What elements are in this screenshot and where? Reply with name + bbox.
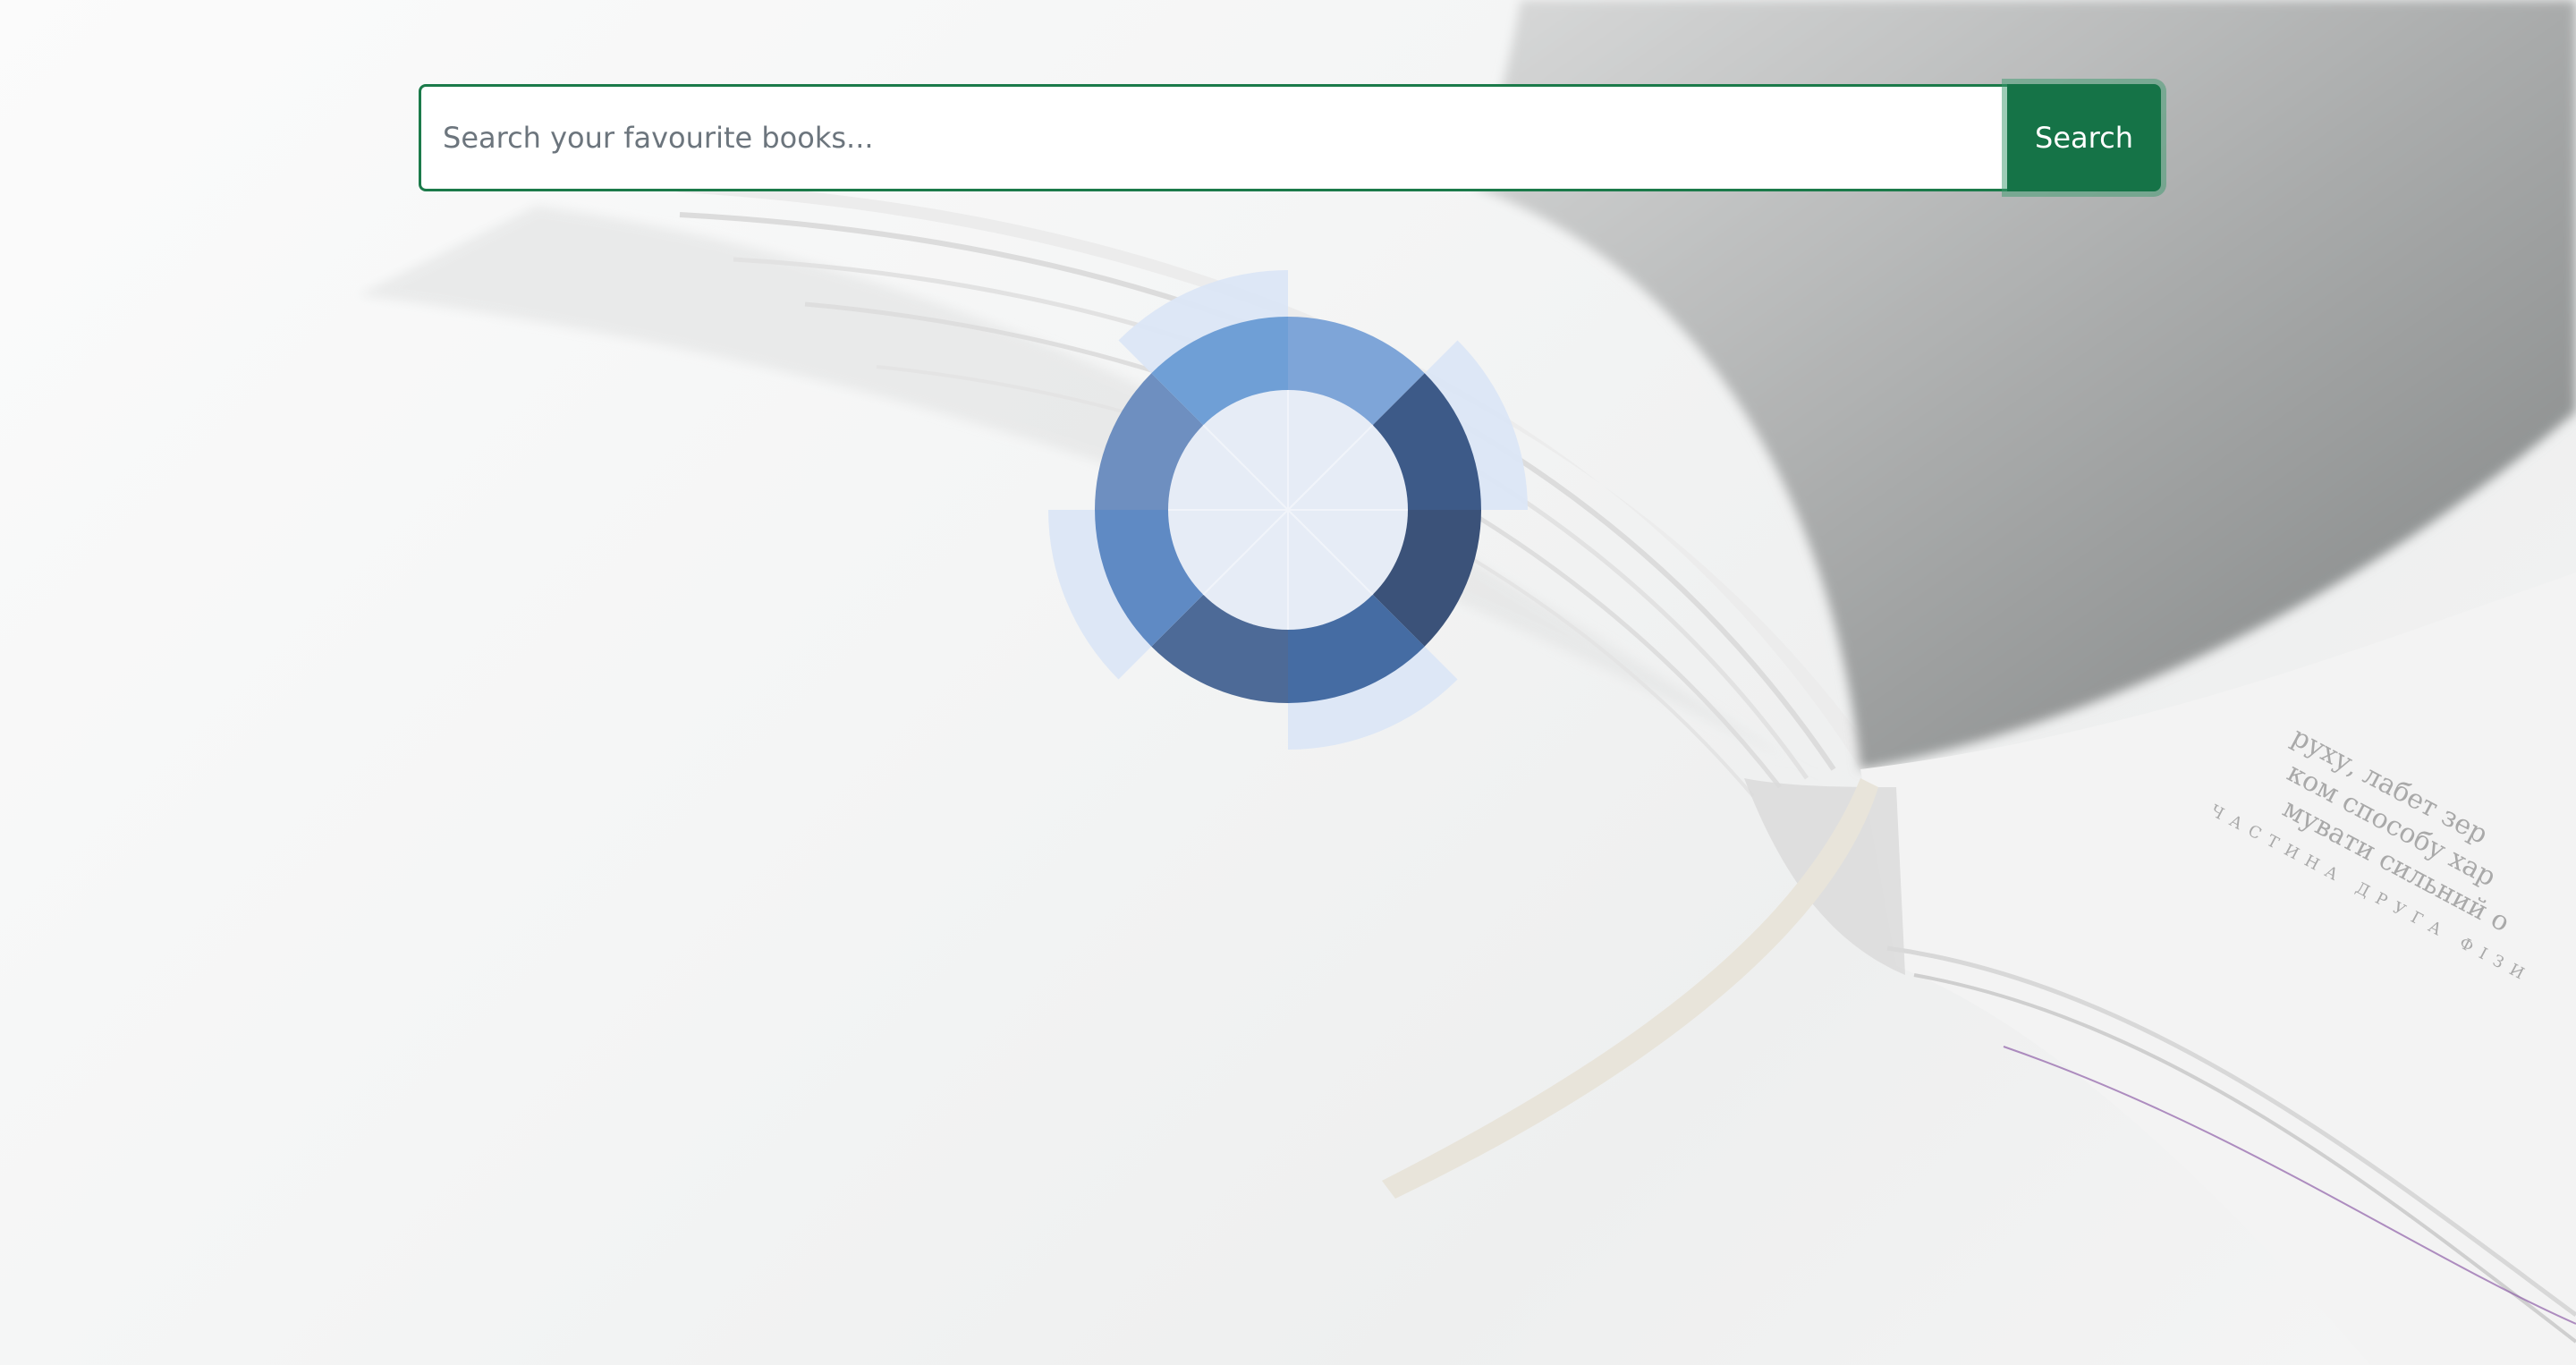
search-button[interactable]: Search <box>2007 84 2161 191</box>
page: руху, лабет зер ком способу хар мувати с… <box>0 0 2576 1365</box>
search-input[interactable] <box>419 84 2007 191</box>
loading-spinner-icon <box>1048 270 1528 750</box>
search-bar: Search <box>419 84 2161 191</box>
